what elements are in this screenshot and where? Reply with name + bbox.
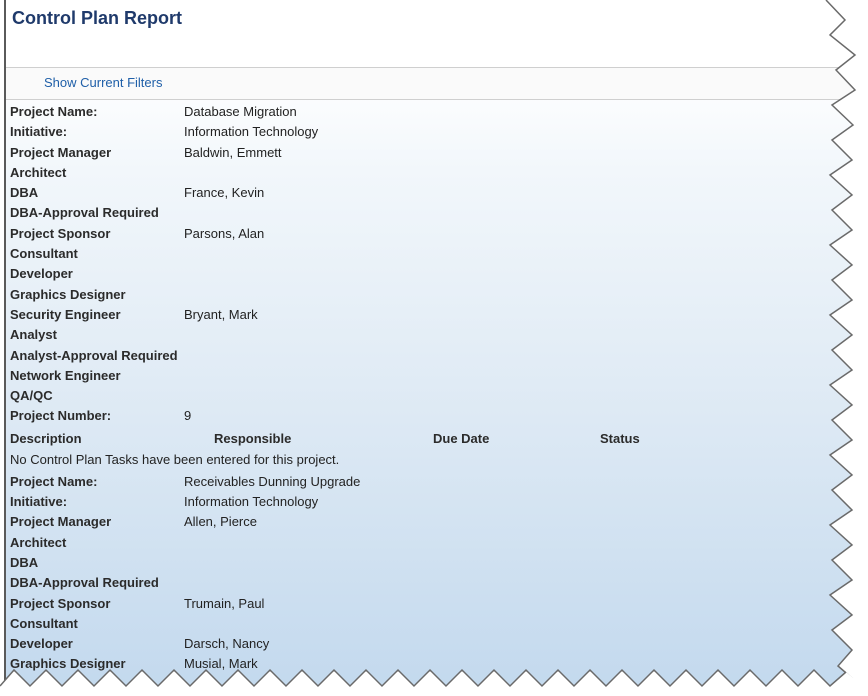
field-value: Parsons, Alan	[184, 225, 265, 241]
field-row: Developer	[10, 264, 850, 284]
field-label: Project Manager	[10, 514, 112, 530]
field-value: Trumain, Paul	[184, 595, 265, 611]
field-label: Project Manager	[10, 144, 112, 160]
filter-bar: Show Current Filters	[6, 67, 852, 100]
column-header-responsible: Responsible	[214, 430, 292, 446]
field-row: Project Name: Database Migration	[10, 102, 850, 122]
field-label: DBA	[10, 185, 39, 201]
field-row: QA/QC	[10, 386, 850, 406]
field-label: Architect	[10, 164, 67, 180]
field-label: Consultant	[10, 615, 78, 631]
field-row: Project Manager Allen, Pierce	[10, 512, 850, 532]
field-value: Baldwin, Emmett	[184, 144, 282, 160]
field-value: Allen, Pierce	[184, 514, 257, 530]
field-value: France, Kevin	[184, 185, 265, 201]
field-row: DBA	[10, 553, 850, 573]
field-label: Security Engineer	[10, 306, 121, 322]
field-value: Database Migration	[184, 104, 297, 119]
field-label: Developer	[10, 266, 73, 282]
field-label: Consultant	[10, 246, 78, 262]
field-row: Project Sponsor Parsons, Alan	[10, 224, 850, 244]
field-value: Receivables Dunning Upgrade	[184, 473, 361, 489]
field-row: Graphics Designer	[10, 285, 850, 305]
field-row: Analyst-Approval Required	[10, 346, 850, 366]
report-page: Control Plan Report Show Current Filters…	[4, 0, 852, 690]
page-title: Control Plan Report	[12, 8, 182, 28]
field-label: Analyst-Approval Required	[10, 347, 178, 363]
field-row: Security Engineer Bryant, Mark	[10, 305, 850, 325]
field-label: DBA-Approval Required	[10, 575, 159, 591]
field-label: QA/QC	[10, 388, 53, 404]
field-row: Consultant	[10, 244, 850, 264]
field-row: Initiative: Information Technology	[10, 122, 850, 142]
field-value: Bryant, Mark	[184, 306, 258, 322]
column-header-due-date: Due Date	[433, 430, 490, 446]
field-label: Graphics Designer	[10, 286, 126, 302]
field-label: Project Name:	[10, 104, 98, 119]
field-row: Analyst	[10, 325, 850, 345]
field-row: Architect	[10, 533, 850, 553]
column-header-status: Status	[600, 430, 640, 446]
field-row: Project Manager Baldwin, Emmett	[10, 143, 850, 163]
column-header-description: Description	[10, 430, 82, 446]
field-value: Information Technology	[184, 494, 319, 510]
field-label: Project Sponsor	[10, 595, 111, 611]
field-row: DBA-Approval Required	[10, 573, 850, 593]
field-row: Architect	[10, 163, 850, 183]
field-label: Project Sponsor	[10, 225, 111, 241]
field-label: Developer	[10, 636, 73, 652]
field-label: Architect	[10, 534, 67, 550]
field-label: Project Number:	[10, 408, 112, 424]
field-row: Project Number: 9	[10, 406, 850, 426]
field-value: 9	[184, 408, 192, 424]
field-row: Project Sponsor Trumain, Paul	[10, 594, 850, 614]
field-label: Initiative:	[10, 124, 68, 140]
field-value: Musial, Mark	[184, 656, 258, 672]
field-label: Initiative:	[10, 494, 68, 510]
field-row: Project Name: Receivables Dunning Upgrade	[10, 472, 850, 492]
field-label: Project Name:	[10, 473, 98, 489]
field-row: DBA France, Kevin	[10, 183, 850, 203]
show-current-filters-link[interactable]: Show Current Filters	[44, 75, 162, 90]
field-label: Analyst	[10, 327, 57, 343]
field-value: Information Technology	[184, 124, 319, 140]
tasks-table-header: Description Responsible Due Date Status	[10, 427, 850, 450]
field-row: Graphics Designer Musial, Mark	[10, 654, 850, 674]
field-row: Network Engineer	[10, 366, 850, 386]
project-block: Project Name: Database Migration Initiati…	[10, 102, 850, 472]
field-label: DBA-Approval Required	[10, 205, 159, 221]
field-label: Network Engineer	[10, 367, 121, 383]
field-row: Consultant	[10, 614, 850, 634]
project-block: Project Name: Receivables Dunning Upgrade…	[10, 472, 850, 675]
field-row: Developer Darsch, Nancy	[10, 634, 850, 654]
field-label: Graphics Designer	[10, 656, 126, 672]
report-content: Project Name: Database Migration Initiati…	[10, 102, 850, 675]
field-row: DBA-Approval Required	[10, 203, 850, 223]
no-tasks-message: No Control Plan Tasks have been entered …	[10, 451, 340, 467]
field-row: Initiative: Information Technology	[10, 492, 850, 512]
field-value: Darsch, Nancy	[184, 636, 270, 652]
field-label: DBA	[10, 554, 39, 570]
screenshot-frame: Control Plan Report Show Current Filters…	[0, 0, 868, 696]
